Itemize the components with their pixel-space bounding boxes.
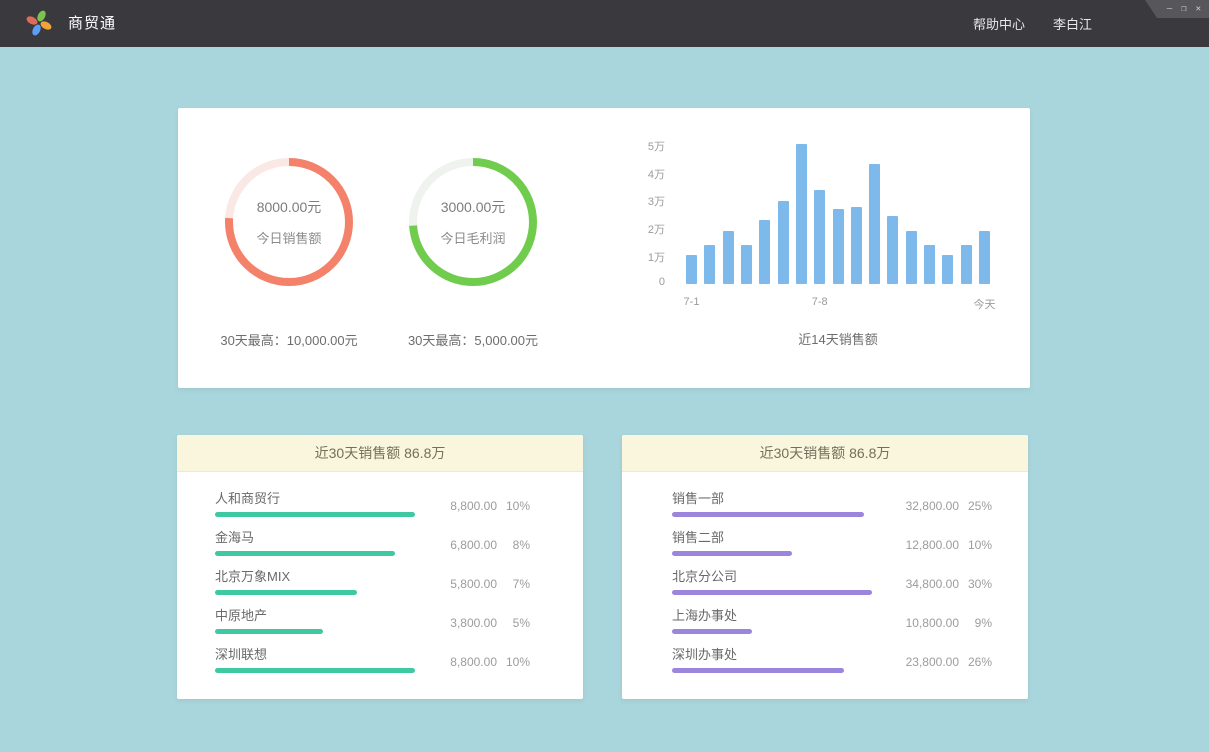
rank-row-percent: 10% xyxy=(497,499,530,513)
rank-row-percent: 26% xyxy=(959,655,992,669)
rank-row: 深圳联想8,800.0010% xyxy=(215,641,530,680)
rank-row-bar xyxy=(672,668,844,673)
bar-chart-title: 近14天销售额 xyxy=(686,329,990,348)
chart-bar xyxy=(686,255,697,284)
x-tick-label: 7-1 xyxy=(662,296,722,308)
chart-bar xyxy=(851,207,862,284)
rank-row-percent: 10% xyxy=(497,655,530,669)
window-controls: — ❐ ✕ xyxy=(1145,0,1209,18)
department-rank-title: 近30天销售额 86.8万 xyxy=(622,435,1028,472)
department-rank-list: 销售一部32,800.0025%销售二部12,800.0010%北京分公司34,… xyxy=(622,472,1028,680)
rank-row: 北京万象MIX5,800.007% xyxy=(215,563,530,602)
chart-bar xyxy=(723,231,734,284)
minimize-icon[interactable]: — xyxy=(1167,5,1172,14)
rank-row: 中原地产3,800.005% xyxy=(215,602,530,641)
bar-chart-x-axis: 7-17-8今天 xyxy=(686,296,990,310)
rank-row: 金海马6,800.008% xyxy=(215,524,530,563)
rank-row: 销售一部32,800.0025% xyxy=(672,485,992,524)
pinwheel-logo-icon xyxy=(26,10,52,36)
rank-row: 上海办事处10,800.009% xyxy=(672,602,992,641)
chart-bar xyxy=(704,245,715,284)
rank-row-bar xyxy=(215,590,357,595)
y-tick-label: 1万 xyxy=(618,249,665,265)
today-profit-value: 3000.00元 xyxy=(441,197,506,217)
rank-row-bar xyxy=(672,629,752,634)
rank-row-percent: 8% xyxy=(497,538,530,552)
today-sales-value: 8000.00元 xyxy=(257,197,322,217)
rank-row-amount: 32,800.00 xyxy=(885,499,959,513)
x-tick-label: 7-8 xyxy=(790,296,850,308)
app-title: 商贸通 xyxy=(68,0,116,47)
user-menu[interactable]: 李白江 xyxy=(1053,14,1092,33)
bar-chart-plot xyxy=(686,145,990,284)
department-rank-card: 近30天销售额 86.8万 销售一部32,800.0025%销售二部12,800… xyxy=(622,435,1028,699)
rank-row-percent: 30% xyxy=(959,577,992,591)
bar-chart-y-axis: 5万4万3万2万1万0 xyxy=(618,145,665,284)
chart-bar xyxy=(979,231,990,284)
chart-bar xyxy=(796,144,807,284)
rank-row-percent: 9% xyxy=(959,616,992,630)
today-sales-label: 今日销售额 xyxy=(256,228,321,247)
y-tick-label: 2万 xyxy=(618,221,665,237)
chart-bar xyxy=(887,216,898,284)
rank-row-amount: 12,800.00 xyxy=(885,538,959,552)
chart-bar xyxy=(741,245,752,284)
chart-bar xyxy=(924,245,935,284)
y-tick-label: 0 xyxy=(618,276,665,288)
rank-row-amount: 3,800.00 xyxy=(423,616,497,630)
customer-rank-list: 人和商贸行8,800.0010%金海马6,800.008%北京万象MIX5,80… xyxy=(177,472,583,680)
rank-row-bar xyxy=(215,629,323,634)
rank-row-percent: 25% xyxy=(959,499,992,513)
x-tick-label: 今天 xyxy=(955,296,1015,312)
summary-card: 8000.00元 今日销售额 30天最高：10,000.00元 3000.00元… xyxy=(178,108,1030,388)
rank-row-percent: 5% xyxy=(497,616,530,630)
rank-row: 深圳办事处23,800.0026% xyxy=(672,641,992,680)
rank-row: 人和商贸行8,800.0010% xyxy=(215,485,530,524)
rank-row-bar xyxy=(215,512,415,517)
rank-row-bar xyxy=(215,668,415,673)
rank-row-amount: 5,800.00 xyxy=(423,577,497,591)
rank-row-amount: 6,800.00 xyxy=(423,538,497,552)
rank-row-bar xyxy=(215,551,395,556)
rank-row-bar xyxy=(672,512,864,517)
rank-row: 销售二部12,800.0010% xyxy=(672,524,992,563)
chart-bar xyxy=(778,201,789,284)
today-profit-label: 今日毛利润 xyxy=(440,228,505,247)
rank-row-amount: 10,800.00 xyxy=(885,616,959,630)
profit-30d-max: 30天最高：5,000.00元 xyxy=(362,330,584,349)
rank-row-amount: 34,800.00 xyxy=(885,577,959,591)
y-tick-label: 4万 xyxy=(618,166,665,182)
y-tick-label: 3万 xyxy=(618,193,665,209)
chart-bar xyxy=(942,255,953,284)
chart-bar xyxy=(814,190,825,284)
customer-rank-card: 近30天销售额 86.8万 人和商贸行8,800.0010%金海马6,800.0… xyxy=(177,435,583,699)
maximize-icon[interactable]: ❐ xyxy=(1181,5,1186,14)
chart-bar xyxy=(759,220,770,284)
today-sales-donut: 8000.00元 今日销售额 xyxy=(221,154,357,290)
rank-row-percent: 7% xyxy=(497,577,530,591)
help-center-link[interactable]: 帮助中心 xyxy=(973,14,1025,33)
title-bar: 商贸通 帮助中心 李白江 — ❐ ✕ xyxy=(0,0,1209,47)
customer-rank-title: 近30天销售额 86.8万 xyxy=(177,435,583,472)
chart-bar xyxy=(869,164,880,284)
rank-row-percent: 10% xyxy=(959,538,992,552)
chart-bar xyxy=(906,231,917,284)
chart-bar xyxy=(961,245,972,284)
rank-row-bar xyxy=(672,551,792,556)
rank-row-amount: 8,800.00 xyxy=(423,655,497,669)
y-tick-label: 5万 xyxy=(618,138,665,154)
rank-row-bar xyxy=(672,590,872,595)
rank-row-amount: 8,800.00 xyxy=(423,499,497,513)
close-icon[interactable]: ✕ xyxy=(1196,5,1201,14)
chart-bar xyxy=(833,209,844,284)
today-profit-donut: 3000.00元 今日毛利润 xyxy=(405,154,541,290)
rank-row: 北京分公司34,800.0030% xyxy=(672,563,992,602)
rank-row-amount: 23,800.00 xyxy=(885,655,959,669)
